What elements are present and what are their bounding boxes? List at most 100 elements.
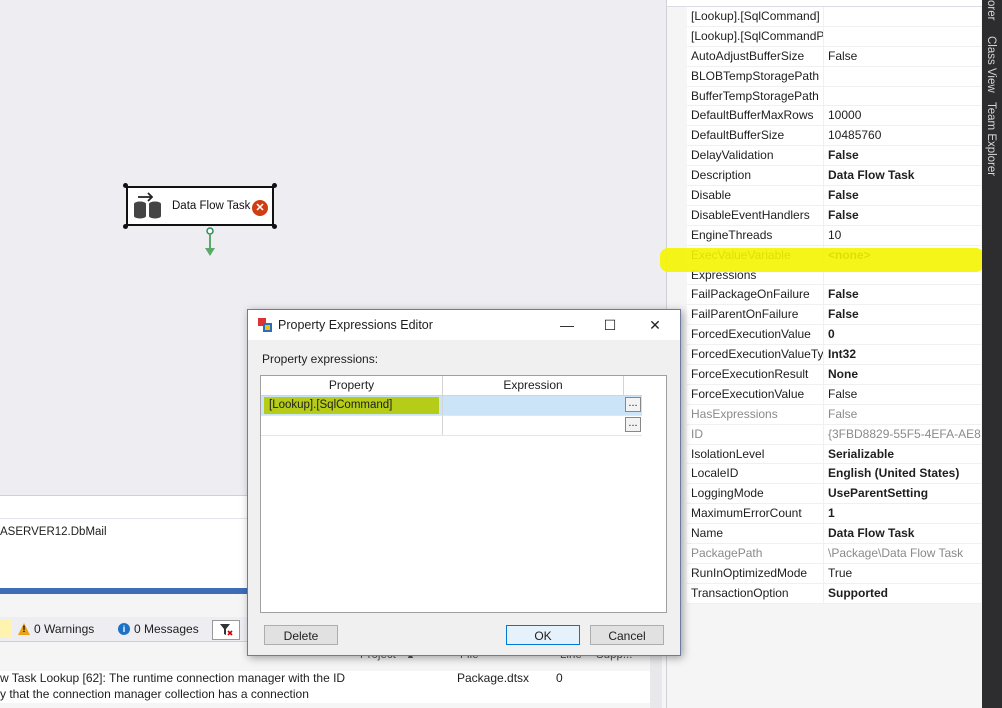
property-row[interactable]: DefaultBufferMaxRows 10000	[687, 106, 981, 127]
expression-builder-button-1[interactable]: ...	[625, 397, 641, 412]
resize-handle-tl[interactable]	[123, 183, 128, 188]
messages-filter-button[interactable]: i 0 Messages	[114, 620, 203, 638]
property-value[interactable]: 1	[824, 504, 981, 523]
property-value[interactable]: Serializable	[824, 445, 981, 464]
property-value[interactable]: False	[824, 285, 981, 304]
side-tab-team-explorer[interactable]: Team Explorer	[985, 102, 997, 176]
property-row[interactable]: DefaultBufferSize 10485760	[687, 126, 981, 147]
resize-handle-tr[interactable]	[272, 183, 277, 188]
warnings-filter-button[interactable]: ! 0 Warnings	[14, 620, 98, 638]
property-cell-2[interactable]	[261, 416, 443, 435]
property-value[interactable]: False	[824, 405, 981, 424]
minimize-button[interactable]: —	[558, 316, 576, 334]
property-row[interactable]: RunInOptimizedMode True	[687, 563, 981, 584]
property-value[interactable]: Data Flow Task	[824, 166, 981, 185]
resize-handle-bl[interactable]	[123, 224, 128, 229]
property-value[interactable]: Int32	[824, 345, 981, 364]
property-row[interactable]: ForcedExecutionValueTy Int32	[687, 345, 981, 366]
property-value[interactable]: False	[824, 186, 981, 205]
grid-header: Property Expression	[261, 376, 642, 396]
property-name: [Lookup].[SqlCommandP	[687, 26, 824, 46]
col-expression[interactable]: Expression	[443, 376, 624, 395]
property-value[interactable]: {3FBD8829-55F5-4EFA-AE88-2	[824, 425, 981, 444]
property-value[interactable]: False	[824, 47, 981, 66]
error-row[interactable]: w Task Lookup [62]: The runtime connecti…	[0, 671, 650, 703]
property-row[interactable]: LoggingMode UseParentSetting	[687, 484, 981, 505]
property-value[interactable]: English (United States)	[824, 464, 981, 483]
property-value[interactable]	[824, 27, 981, 46]
property-value[interactable]: False	[824, 385, 981, 404]
property-name: ForceExecutionResult	[687, 365, 824, 384]
property-value[interactable]: Supported	[824, 584, 981, 603]
delete-button[interactable]: Delete	[264, 625, 338, 645]
property-row[interactable]: PackagePath \Package\Data Flow Task	[687, 544, 981, 564]
property-value[interactable]	[824, 87, 981, 106]
selected-property: [Lookup].[SqlCommand]	[264, 397, 439, 414]
error-icon[interactable]: ✕	[252, 200, 268, 216]
property-row[interactable]: BufferTempStoragePath	[687, 86, 981, 107]
property-value[interactable]: UseParentSetting	[824, 484, 981, 503]
property-row[interactable]: HasExpressions False	[687, 404, 981, 425]
property-row[interactable]: [Lookup].[SqlCommand]	[687, 7, 981, 27]
resize-handle-br[interactable]	[272, 224, 277, 229]
property-row[interactable]: FailPackageOnFailure False	[687, 285, 981, 306]
filter-clear-icon[interactable]	[212, 620, 240, 640]
property-value[interactable]	[824, 67, 981, 86]
info-icon: i	[118, 623, 130, 635]
data-flow-task[interactable]: Data Flow Task ✕	[126, 186, 274, 226]
dialog-titlebar[interactable]: Property Expressions Editor — ☐ ✕	[248, 310, 680, 340]
expression-cell-2[interactable]	[443, 416, 623, 435]
property-row[interactable]: DisableEventHandlers False	[687, 205, 981, 226]
side-tab-explorer[interactable]: orer	[985, 0, 997, 20]
side-tab-class-view[interactable]: Class View	[985, 36, 997, 93]
property-value[interactable]	[824, 7, 981, 26]
property-dropdown[interactable]: [Lookup].[SqlCommand]	[261, 396, 443, 415]
property-value[interactable]: None	[824, 365, 981, 384]
property-row[interactable]: AutoAdjustBufferSize False	[687, 46, 981, 67]
property-value[interactable]: 0	[824, 325, 981, 344]
property-row[interactable]: Description Data Flow Task	[687, 166, 981, 187]
expression-builder-button-2[interactable]: ...	[625, 417, 641, 432]
property-row[interactable]: IsolationLevel Serializable	[687, 444, 981, 465]
close-button[interactable]: ✕	[646, 316, 664, 334]
ok-button[interactable]: OK	[506, 625, 580, 645]
property-row[interactable]: MaximumErrorCount 1	[687, 504, 981, 525]
property-row[interactable]: LocaleID English (United States)	[687, 464, 981, 485]
property-row[interactable]: ID{3FBD8829-55F5-4EFA-AE88-2	[687, 424, 981, 445]
error-file: Package.dtsx	[457, 671, 530, 685]
property-row[interactable]: ForceExecutionResult None	[687, 365, 981, 385]
expressions-highlight	[660, 248, 984, 272]
property-row[interactable]: ForceExecutionValue False	[687, 384, 981, 405]
errors-filter-button[interactable]	[0, 620, 12, 638]
property-row[interactable]: BLOBTempStoragePath	[687, 66, 981, 87]
property-value[interactable]: True	[824, 564, 981, 583]
expression-row-1[interactable]: [Lookup].[SqlCommand] ...	[261, 396, 642, 416]
property-value[interactable]: False	[824, 305, 981, 324]
property-value[interactable]: Data Flow Task	[824, 524, 981, 543]
property-row[interactable]: ForcedExecutionValue 0	[687, 325, 981, 346]
property-name: LoggingMode	[687, 484, 824, 504]
col-property[interactable]: Property	[261, 376, 443, 395]
property-value[interactable]: False	[824, 146, 981, 165]
property-row[interactable]: Disable False	[687, 186, 981, 206]
connection-manager-item[interactable]: ASERVER12.DbMail	[0, 526, 107, 538]
property-row[interactable]: FailParentOnFailure False	[687, 305, 981, 326]
expression-cell-1[interactable]	[443, 396, 623, 415]
property-row[interactable]: TransactionOption Supported	[687, 583, 981, 604]
property-name: DelayValidation	[687, 146, 824, 166]
property-row[interactable]: DelayValidation False	[687, 146, 981, 167]
property-row[interactable]: EngineThreads 10	[687, 225, 981, 246]
property-value[interactable]: 10000	[824, 106, 981, 125]
precedence-arrow-icon[interactable]	[204, 227, 216, 259]
property-name: ForcedExecutionValue	[687, 325, 824, 345]
expression-row-2[interactable]: ...	[261, 416, 642, 436]
property-value[interactable]: False	[824, 206, 981, 225]
property-name: ForceExecutionValue	[687, 384, 824, 404]
property-row[interactable]: Name Data Flow Task	[687, 524, 981, 545]
property-value[interactable]: 10	[824, 226, 981, 245]
property-value[interactable]: 10485760	[824, 126, 981, 145]
maximize-button[interactable]: ☐	[601, 316, 619, 334]
property-row[interactable]: [Lookup].[SqlCommandP	[687, 26, 981, 47]
property-value[interactable]: \Package\Data Flow Task	[824, 544, 981, 563]
cancel-button[interactable]: Cancel	[590, 625, 664, 645]
